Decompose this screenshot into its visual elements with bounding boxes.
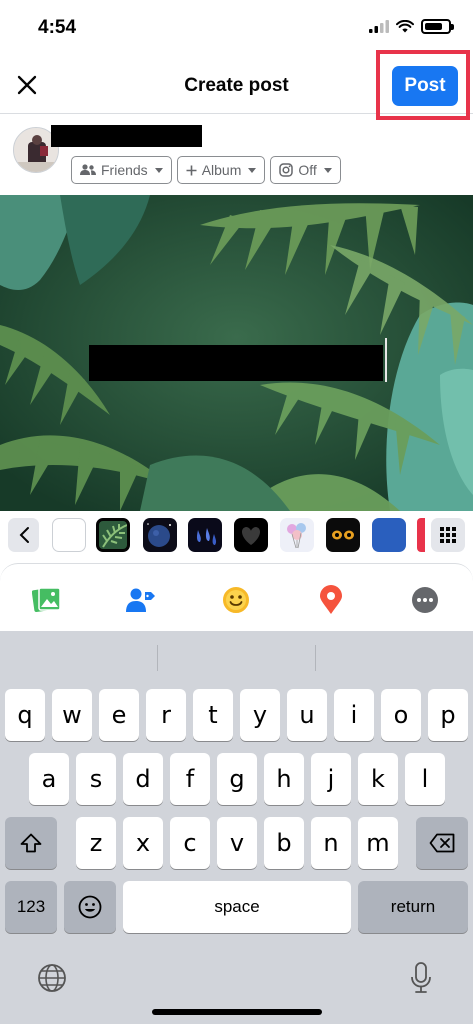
privacy-label: Friends bbox=[101, 162, 148, 178]
swatch-heart[interactable] bbox=[234, 518, 268, 552]
status-time: 4:54 bbox=[38, 17, 77, 38]
emoji-key[interactable] bbox=[64, 881, 116, 933]
chevron-down-icon bbox=[248, 167, 257, 173]
key-z[interactable]: z bbox=[76, 817, 116, 869]
grid-icon bbox=[440, 527, 456, 543]
globe-button[interactable] bbox=[35, 961, 69, 995]
microphone-icon bbox=[411, 962, 431, 993]
suggestion-divider bbox=[315, 645, 316, 671]
smiley-icon bbox=[223, 587, 249, 613]
background-swatch-row bbox=[0, 511, 473, 557]
redacted-user-name bbox=[51, 125, 202, 147]
friends-icon bbox=[80, 164, 96, 175]
drops-swatch-icon bbox=[196, 528, 217, 545]
planet-swatch-icon bbox=[147, 523, 171, 547]
tag-people-button[interactable] bbox=[126, 585, 156, 615]
balloons-swatch-icon bbox=[287, 523, 306, 549]
swatch-grid-button[interactable] bbox=[431, 518, 465, 552]
key-h[interactable]: h bbox=[264, 753, 304, 805]
swatch-eyes[interactable] bbox=[326, 518, 360, 552]
key-y[interactable]: y bbox=[240, 689, 280, 741]
key-n[interactable]: n bbox=[311, 817, 351, 869]
key-g[interactable]: g bbox=[217, 753, 257, 805]
battery-icon bbox=[421, 19, 454, 34]
swatch-white[interactable] bbox=[52, 518, 86, 552]
space-key[interactable]: space bbox=[123, 881, 351, 933]
photo-icon bbox=[32, 587, 61, 613]
instagram-selector[interactable]: Off bbox=[270, 156, 341, 184]
leaf-background-image bbox=[0, 195, 473, 511]
post-actions-sheet bbox=[0, 563, 473, 631]
audience-selectors: Friends Album Off bbox=[71, 156, 341, 184]
more-options-button[interactable] bbox=[410, 585, 440, 615]
feeling-button[interactable] bbox=[221, 585, 251, 615]
key-d[interactable]: d bbox=[123, 753, 163, 805]
key-k[interactable]: k bbox=[358, 753, 398, 805]
album-selector[interactable]: Album bbox=[176, 156, 266, 184]
privacy-selector[interactable]: Friends bbox=[71, 156, 172, 184]
key-l[interactable]: l bbox=[405, 753, 445, 805]
tag-people-icon bbox=[126, 588, 155, 612]
keyboard: q w e r t y u i o p a s d f g h j k l z … bbox=[0, 631, 473, 1024]
leaf-swatch-icon bbox=[102, 524, 127, 548]
backspace-key[interactable] bbox=[416, 817, 468, 869]
emoji-icon bbox=[78, 895, 102, 919]
numbers-key[interactable]: 123 bbox=[5, 881, 57, 933]
key-f[interactable]: f bbox=[170, 753, 210, 805]
post-background-canvas[interactable] bbox=[0, 195, 473, 511]
swatch-back-button[interactable] bbox=[8, 518, 39, 552]
dictation-button[interactable] bbox=[404, 961, 438, 995]
globe-icon bbox=[38, 964, 66, 992]
swatch-space[interactable] bbox=[143, 518, 177, 552]
signal-icon bbox=[369, 20, 389, 33]
key-c[interactable]: c bbox=[170, 817, 210, 869]
chevron-down-icon bbox=[323, 167, 332, 173]
album-label: Album bbox=[201, 162, 242, 178]
key-p[interactable]: p bbox=[428, 689, 468, 741]
location-pin-icon bbox=[320, 585, 342, 614]
key-m[interactable]: m bbox=[358, 817, 398, 869]
key-x[interactable]: x bbox=[123, 817, 163, 869]
author-row: Friends Album Off bbox=[0, 115, 473, 195]
swatch-blue[interactable] bbox=[372, 518, 406, 552]
instagram-label: Off bbox=[298, 162, 317, 178]
post-button[interactable]: Post bbox=[392, 66, 458, 106]
swatch-red-partial[interactable] bbox=[417, 518, 425, 552]
key-j[interactable]: j bbox=[311, 753, 351, 805]
key-q[interactable]: q bbox=[5, 689, 45, 741]
key-s[interactable]: s bbox=[76, 753, 116, 805]
plus-icon bbox=[186, 165, 197, 175]
key-u[interactable]: u bbox=[287, 689, 327, 741]
key-a[interactable]: a bbox=[29, 753, 69, 805]
key-r[interactable]: r bbox=[146, 689, 186, 741]
status-icons bbox=[369, 19, 454, 34]
key-w[interactable]: w bbox=[52, 689, 92, 741]
swatch-balloons[interactable] bbox=[280, 518, 314, 552]
return-key[interactable]: return bbox=[358, 881, 468, 933]
shift-key[interactable] bbox=[5, 817, 57, 869]
photo-video-button[interactable] bbox=[32, 585, 62, 615]
swatch-leaf-selected[interactable] bbox=[96, 518, 130, 552]
chevron-down-icon bbox=[154, 167, 163, 173]
swatch-drops[interactable] bbox=[188, 518, 222, 552]
key-i[interactable]: i bbox=[334, 689, 374, 741]
wifi-icon bbox=[396, 20, 414, 33]
shift-icon bbox=[20, 833, 42, 853]
suggestion-divider bbox=[157, 645, 158, 671]
heart-swatch-icon bbox=[241, 527, 261, 545]
key-v[interactable]: v bbox=[217, 817, 257, 869]
check-in-button[interactable] bbox=[316, 585, 346, 615]
key-e[interactable]: e bbox=[99, 689, 139, 741]
more-icon bbox=[412, 587, 438, 613]
home-indicator bbox=[152, 1009, 322, 1015]
instagram-icon bbox=[279, 163, 294, 177]
key-b[interactable]: b bbox=[264, 817, 304, 869]
key-t[interactable]: t bbox=[193, 689, 233, 741]
eyes-swatch-icon bbox=[332, 530, 354, 540]
key-o[interactable]: o bbox=[381, 689, 421, 741]
chevron-left-icon bbox=[19, 527, 29, 543]
backspace-icon bbox=[429, 833, 455, 853]
